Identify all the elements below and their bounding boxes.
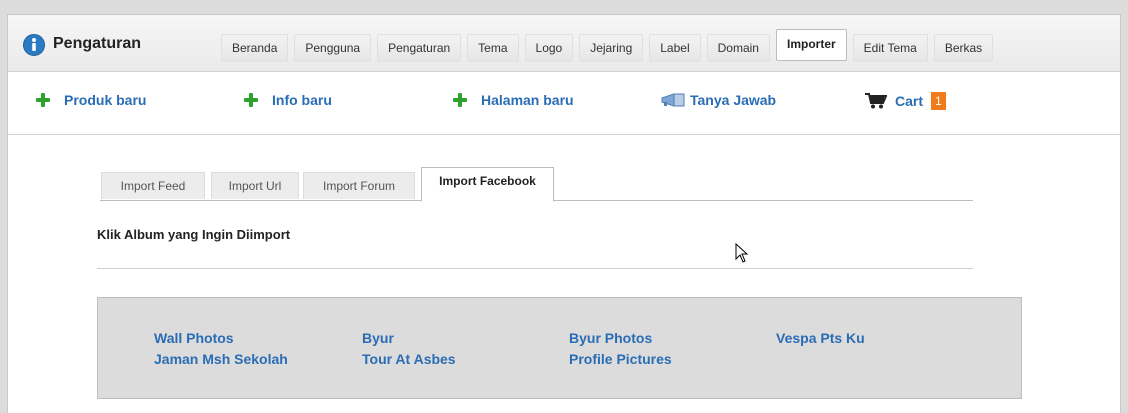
plus-icon [36,93,50,107]
new-info-label: Info baru [272,92,332,108]
tab-import-forum[interactable]: Import Forum [303,172,415,199]
cart-count-badge: 1 [931,92,946,110]
plus-icon [244,93,258,107]
tab-label[interactable]: Label [649,34,701,62]
album-link[interactable]: Jaman Msh Sekolah [154,351,288,367]
tab-jejaring[interactable]: Jejaring [579,34,644,62]
new-product-label: Produk baru [64,92,147,108]
tab-import-feed[interactable]: Import Feed [101,172,205,199]
faq-label: Tanya Jawab [690,92,777,108]
tab-importer[interactable]: Importer [775,29,847,61]
page-title: Pengaturan [53,35,142,52]
tab-berkas[interactable]: Berkas [933,34,994,62]
tab-beranda[interactable]: Beranda [221,34,289,62]
tab-pengaturan[interactable]: Pengaturan [377,34,462,62]
tab-logo[interactable]: Logo [524,34,574,62]
megaphone-icon [661,93,685,107]
album-link[interactable]: Tour At Asbes [362,351,456,367]
main-nav-tabs: Beranda Pengguna Pengaturan Tema Logo Je… [221,29,999,64]
new-info-link[interactable]: Info baru [244,92,332,108]
new-page-link[interactable]: Halaman baru [453,92,574,108]
album-link[interactable]: Profile Pictures [569,351,672,367]
faq-link[interactable]: Tanya Jawab [660,92,776,108]
tab-tema[interactable]: Tema [467,34,519,62]
new-product-link[interactable]: Produk baru [36,92,146,108]
album-link[interactable]: Byur Photos [569,330,652,346]
tab-import-url[interactable]: Import Url [211,172,299,199]
settings-window: Pengaturan Beranda Pengguna Pengaturan T… [7,14,1121,413]
cart-icon [865,93,887,109]
album-link[interactable]: Byur [362,330,394,346]
import-tabs: Import Feed Import Url Import Forum Impo… [100,167,973,202]
section-heading: Klik Album yang Ingin Diimport [97,227,291,242]
new-page-label: Halaman baru [481,92,574,108]
album-link[interactable]: Wall Photos [154,330,234,346]
album-list: Wall Photos Byur Byur Photos Vespa Pts K… [97,297,1022,399]
tab-edit-tema[interactable]: Edit Tema [852,34,928,62]
tab-import-facebook[interactable]: Import Facebook [421,167,554,202]
cart-link[interactable]: Cart 1 [865,92,946,110]
tab-pengguna[interactable]: Pengguna [294,34,372,62]
top-navigation-bar: Pengaturan Beranda Pengguna Pengaturan T… [8,15,1120,72]
divider [97,268,973,269]
quick-actions-bar: Produk baru Info baru Halaman baru Tanya… [8,72,1120,135]
mouse-pointer-icon [735,243,749,263]
plus-icon [453,93,467,107]
info-logo-icon [23,34,45,56]
tab-domain[interactable]: Domain [706,34,770,62]
cart-label: Cart [895,93,924,109]
album-link[interactable]: Vespa Pts Ku [776,330,865,346]
